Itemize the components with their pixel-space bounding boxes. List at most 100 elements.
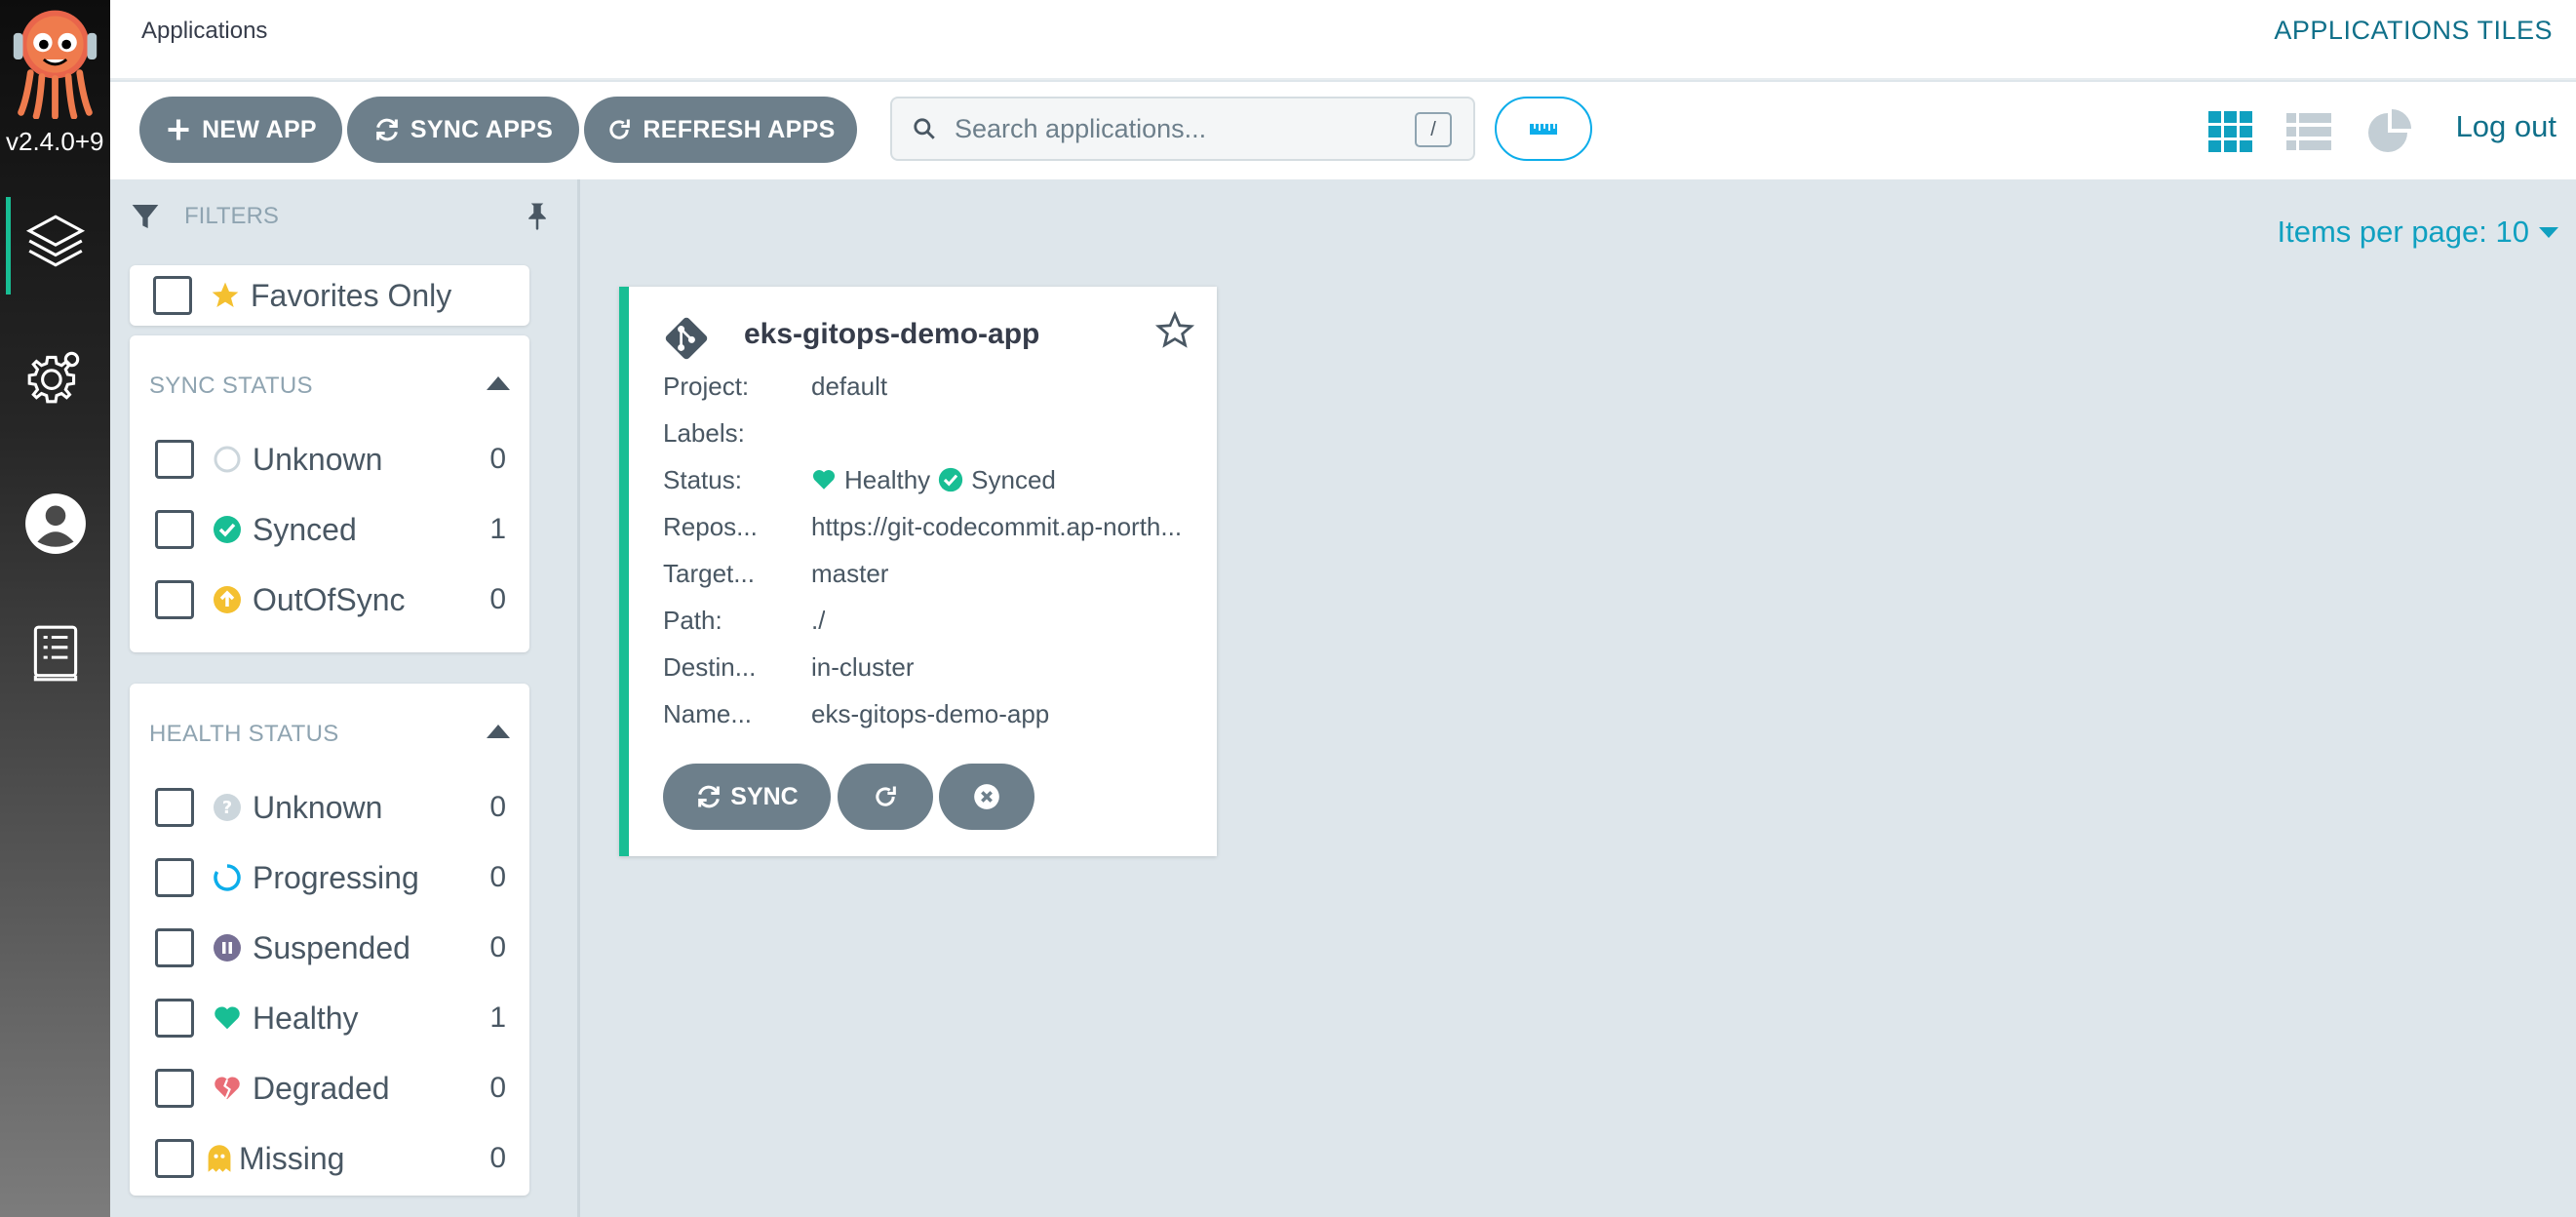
health-filter-suspended[interactable]: Suspended 0 — [155, 923, 506, 972]
filter-count: 0 — [489, 1072, 506, 1104]
sync-apps-button[interactable]: SYNC APPS — [347, 97, 579, 163]
nav-user-info[interactable] — [0, 470, 110, 577]
checkbox[interactable] — [155, 928, 194, 967]
field-key: Project: — [663, 371, 750, 401]
favorites-checkbox[interactable] — [153, 276, 192, 315]
filters-header: FILTERS — [130, 201, 279, 232]
filter-label: Unknown — [253, 789, 383, 825]
checkbox[interactable] — [155, 858, 194, 897]
zoom-ruler-button[interactable] — [1495, 97, 1592, 161]
app-refresh-button[interactable] — [838, 764, 933, 830]
sync-filter-unknown[interactable]: Unknown 0 — [155, 435, 506, 484]
filter-label: OutOfSync — [253, 581, 406, 617]
field-key: Status: — [663, 464, 742, 494]
favorites-only-filter[interactable]: Favorites Only — [153, 271, 504, 320]
search-input[interactable] — [955, 113, 1413, 144]
field-project: Project: default — [663, 369, 887, 404]
top-header: Applications APPLICATIONS TILES — [110, 0, 2576, 80]
heart-icon — [212, 1002, 243, 1034]
pin-icon[interactable] — [525, 201, 550, 230]
field-target-revision: Target... master — [663, 556, 888, 591]
list-view-icon[interactable] — [2284, 107, 2333, 156]
field-value: ./ — [811, 605, 826, 635]
nav-applications[interactable] — [0, 187, 110, 294]
app-sync-button[interactable]: SYNC — [663, 764, 831, 830]
star-icon — [210, 280, 241, 311]
filter-count: 1 — [489, 513, 506, 545]
health-filter-degraded[interactable]: Degraded 0 — [155, 1064, 506, 1113]
field-key: Target... — [663, 558, 755, 588]
sync-filter-outofsync[interactable]: OutOfSync 0 — [155, 575, 506, 624]
checkbox[interactable] — [155, 510, 194, 549]
filter-label: Progressing — [253, 859, 419, 895]
argo-logo[interactable] — [8, 4, 102, 119]
items-per-page-dropdown[interactable]: Items per page: 10 — [2278, 215, 2558, 250]
favorites-label: Favorites Only — [251, 277, 452, 313]
refresh-icon — [876, 786, 896, 806]
filter-label: Degraded — [253, 1070, 390, 1106]
docs-icon — [33, 625, 77, 682]
field-status: Status: Healthy Synced — [663, 462, 1056, 497]
sync-icon — [376, 118, 398, 141]
field-repository: Repos... https://git-codecommit.ap-north… — [663, 509, 1182, 544]
health-filter-progressing[interactable]: Progressing 0 — [155, 853, 506, 902]
logout-link[interactable]: Log out — [2456, 109, 2556, 144]
filter-count: 0 — [489, 583, 506, 615]
sync-filter-synced[interactable]: Synced 1 — [155, 505, 506, 554]
sync-icon — [698, 785, 721, 808]
filter-count: 0 — [489, 1142, 506, 1174]
collapse-icon[interactable] — [487, 725, 510, 738]
progress-circle-icon — [212, 862, 243, 893]
health-status-filter-card: HEALTH STATUS ? Unknown 0 Progressing 0 … — [130, 684, 529, 1196]
new-app-button[interactable]: NEW APP — [139, 97, 342, 163]
app-name[interactable]: eks-gitops-demo-app — [744, 318, 1039, 351]
unknown-circle-icon — [212, 444, 243, 475]
checkbox[interactable] — [155, 1069, 194, 1108]
settings-icon — [27, 351, 79, 404]
sync-status: Synced — [971, 464, 1056, 494]
field-value: master — [811, 558, 889, 588]
summary-pie-icon[interactable] — [2364, 107, 2413, 156]
status-values: Healthy Synced — [811, 465, 1056, 495]
tiles-view-icon[interactable] — [2206, 107, 2255, 156]
search-icon — [914, 118, 935, 139]
filter-count: 0 — [489, 443, 506, 475]
git-icon — [665, 317, 708, 360]
filter-count: 0 — [489, 931, 506, 963]
filter-label: Healthy — [253, 1000, 359, 1036]
field-labels: Labels: — [663, 415, 811, 451]
refresh-apps-button[interactable]: REFRESH APPS — [584, 97, 857, 163]
checkbox[interactable] — [155, 440, 194, 479]
checkbox[interactable] — [155, 580, 194, 619]
toolbar: NEW APP SYNC APPS REFRESH APPS / — [110, 82, 2576, 179]
checkbox[interactable] — [155, 1139, 194, 1178]
filter-label: Unknown — [253, 441, 383, 477]
field-key: Path: — [663, 605, 722, 635]
heart-icon — [812, 470, 836, 490]
breadcrumb[interactable]: Applications — [141, 18, 267, 45]
sync-status-filter-card: SYNC STATUS Unknown 0 Synced 1 OutOfSync… — [130, 335, 529, 652]
ghost-icon — [204, 1143, 235, 1174]
checkbox[interactable] — [155, 788, 194, 827]
health-filter-healthy[interactable]: Healthy 1 — [155, 994, 506, 1042]
application-tile[interactable]: eks-gitops-demo-app Project: default Lab… — [619, 287, 1217, 856]
health-filter-missing[interactable]: Missing 0 — [155, 1134, 506, 1183]
health-filter-unknown[interactable]: ? Unknown 0 — [155, 783, 506, 832]
filter-label: Suspended — [253, 929, 410, 965]
check-circle-icon — [212, 514, 243, 545]
nav-documentation[interactable] — [0, 600, 110, 707]
checkbox[interactable] — [155, 999, 194, 1038]
favorites-filter-card: Favorites Only — [130, 265, 529, 326]
search-box[interactable]: / — [890, 97, 1475, 161]
close-circle-icon — [974, 784, 999, 809]
side-nav: v2.4.0+9 — [0, 0, 110, 1217]
check-circle-icon — [939, 467, 963, 492]
app-delete-button[interactable] — [939, 764, 1034, 830]
star-outline-icon[interactable] — [1154, 310, 1195, 351]
nav-settings[interactable] — [0, 322, 110, 429]
sync-status-title: SYNC STATUS — [149, 373, 313, 399]
field-key: Repos... — [663, 511, 758, 541]
field-destination: Destin... in-cluster — [663, 649, 914, 685]
collapse-icon[interactable] — [487, 376, 510, 390]
question-circle-icon: ? — [212, 792, 243, 823]
